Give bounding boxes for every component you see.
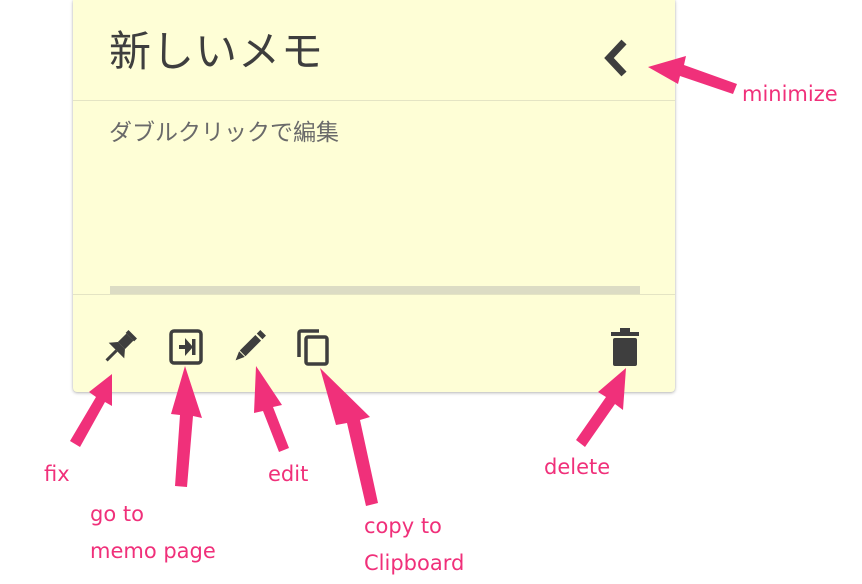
go-to-memo-page-annotation-line-2: memo page — [90, 539, 216, 563]
fix-arrow — [70, 374, 112, 447]
go-to-memo-page-annotation: go to memo page — [90, 496, 216, 570]
go-to-memo-page-annotation-line-1: go to — [90, 502, 144, 526]
copy-to-clipboard-annotation-line-1: copy to — [364, 514, 442, 538]
delete-annotation: delete — [544, 455, 611, 479]
copy-to-clipboard-annotation: copy to Clipboard — [364, 508, 464, 582]
stage: 新しいメモ ダブルクリックで編集 minimize fix go to memo… — [0, 0, 862, 584]
minimize-annotation: minimize — [742, 82, 838, 106]
copy-to-clipboard-annotation-line-2: Clipboard — [364, 551, 465, 575]
delete-arrow — [576, 368, 626, 447]
fix-annotation: fix — [44, 462, 70, 486]
edit-annotation: edit — [268, 462, 309, 486]
edit-arrow — [254, 366, 289, 452]
copy-to-clipboard-arrow — [320, 368, 378, 506]
go-to-memo-page-arrow — [171, 366, 202, 487]
minimize-arrow — [648, 56, 737, 94]
